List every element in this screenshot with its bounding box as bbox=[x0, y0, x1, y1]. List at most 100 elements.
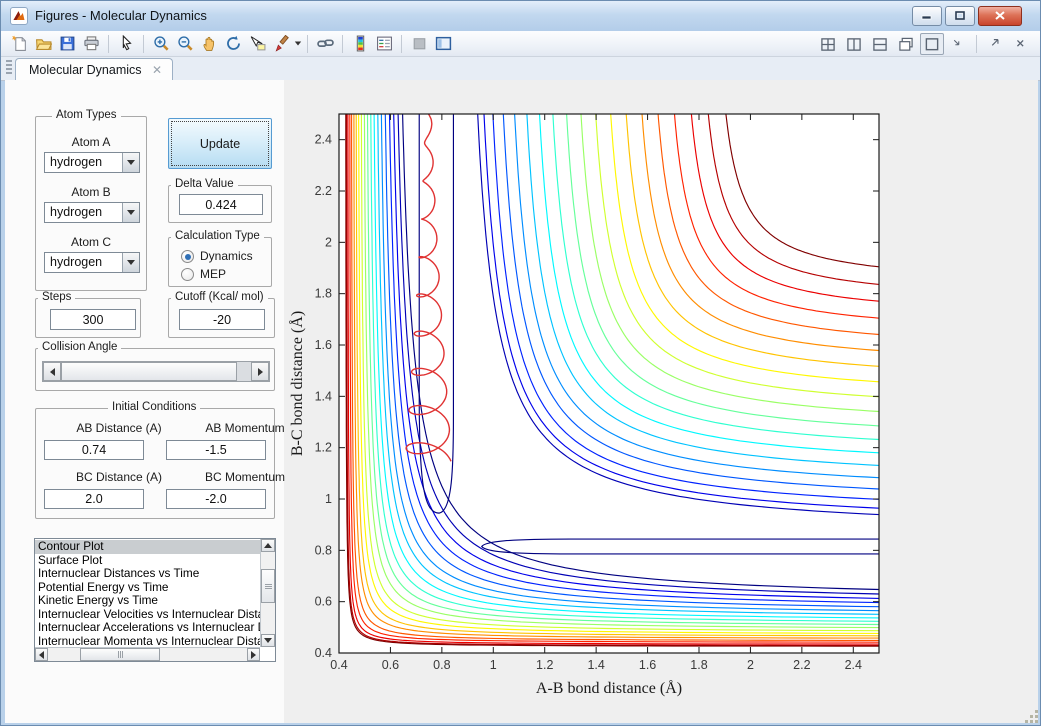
atom-types-label: Atom Types bbox=[52, 109, 121, 121]
single-window-icon[interactable] bbox=[920, 33, 944, 55]
minimize-button[interactable] bbox=[912, 6, 942, 26]
print-figure-icon[interactable] bbox=[80, 33, 102, 54]
rotate-3d-icon[interactable] bbox=[222, 33, 244, 54]
close-group-icon[interactable] bbox=[1009, 33, 1033, 55]
combobox-dropdown-button[interactable] bbox=[122, 153, 139, 172]
restore-button[interactable] bbox=[945, 6, 975, 26]
tab-grip-handle[interactable] bbox=[6, 60, 12, 76]
zoom-out-icon[interactable] bbox=[174, 33, 196, 54]
plottools-off-icon[interactable] bbox=[408, 33, 430, 54]
content-area: 0.4 0.4 0.6 0.6 0.8 0.8 1 1 1.2 1.2 1.4 1.4 1.6 1.6 1.… bbox=[5, 80, 1038, 723]
atom-c-combobox[interactable]: hydrogen bbox=[44, 252, 140, 273]
insert-colorbar-icon[interactable] bbox=[349, 33, 371, 54]
ab-distance-field[interactable] bbox=[44, 440, 144, 460]
list-horizontal-scrollbar[interactable] bbox=[35, 647, 260, 661]
combobox-value: hydrogen bbox=[50, 255, 103, 269]
radio-mep[interactable] bbox=[181, 268, 194, 281]
toolbar-separator bbox=[401, 34, 402, 53]
list-item[interactable]: Internuclear Velocities vs Internuclear … bbox=[35, 608, 260, 622]
pan-icon[interactable] bbox=[198, 33, 220, 54]
toolbar-separator bbox=[342, 34, 343, 53]
list-vertical-scrollbar[interactable] bbox=[260, 539, 275, 647]
grid-layout-icon[interactable] bbox=[816, 33, 840, 55]
insert-legend-icon[interactable] bbox=[373, 33, 395, 54]
save-figure-icon[interactable] bbox=[56, 33, 78, 54]
atom-a-combobox[interactable]: hydrogen bbox=[44, 152, 140, 173]
list-item[interactable]: Kinetic Energy vs Time bbox=[35, 594, 260, 608]
open-file-icon[interactable] bbox=[32, 33, 54, 54]
collision-angle-group: Collision Angle bbox=[35, 341, 275, 391]
plot-type-listbox[interactable]: Contour Plot Surface Plot Internuclear Dis… bbox=[34, 538, 276, 662]
cutoff-field[interactable] bbox=[179, 309, 265, 330]
list-item[interactable]: Potential Energy vs Time bbox=[35, 581, 260, 595]
delta-value-field[interactable] bbox=[179, 194, 263, 215]
title-bar[interactable]: Figures - Molecular Dynamics bbox=[1, 1, 1040, 31]
cutoff-group: Cutoff (Kcal/ mol) bbox=[168, 291, 275, 338]
slider-thumb[interactable] bbox=[61, 362, 237, 381]
steps-field[interactable] bbox=[50, 309, 136, 330]
vscroll-thumb[interactable] bbox=[261, 569, 275, 603]
atom-field-label: Atom A bbox=[71, 135, 111, 149]
y-tick-label: 1.2 bbox=[315, 441, 332, 455]
y-tick-label: 1.6 bbox=[315, 338, 332, 352]
list-item[interactable]: Surface Plot bbox=[35, 554, 260, 568]
undock-icon[interactable] bbox=[983, 33, 1007, 55]
slider-right-arrow[interactable] bbox=[251, 362, 269, 381]
tab-close-icon[interactable]: ✕ bbox=[152, 64, 162, 76]
x-tick-label: 2 bbox=[747, 658, 754, 672]
hscroll-thumb[interactable] bbox=[80, 648, 160, 661]
close-button[interactable] bbox=[978, 6, 1022, 26]
y-tick-label: 1.4 bbox=[315, 389, 332, 403]
collision-angle-slider[interactable] bbox=[42, 361, 270, 382]
ab-momentum-field[interactable] bbox=[166, 440, 266, 460]
atom-b-combobox[interactable]: hydrogen bbox=[44, 202, 140, 223]
data-cursor-icon[interactable] bbox=[246, 33, 268, 54]
y-tick-label: 2.4 bbox=[315, 133, 332, 147]
y-tick-label: 1 bbox=[325, 492, 332, 506]
atom-field-label: Atom B bbox=[71, 185, 111, 199]
focus-ring bbox=[171, 121, 269, 166]
tab-molecular-dynamics[interactable]: Molecular Dynamics ✕ bbox=[15, 58, 173, 80]
float-windows-icon[interactable] bbox=[894, 33, 918, 55]
new-document-icon[interactable] bbox=[8, 33, 30, 54]
combobox-dropdown-button[interactable] bbox=[122, 253, 139, 272]
brush-icon[interactable] bbox=[270, 33, 292, 54]
y-tick-label: 1.8 bbox=[315, 287, 332, 301]
brush-dropdown-icon[interactable] bbox=[293, 33, 302, 54]
combobox-value: hydrogen bbox=[50, 205, 103, 219]
y-tick-label: 2.2 bbox=[315, 184, 332, 198]
contour-plot-axes[interactable]: 0.4 0.4 0.6 0.6 0.8 0.8 1 1 1.2 1.2 1.4 1.4 1.6 1.6 1.… bbox=[284, 80, 1038, 725]
list-item[interactable]: Internuclear Accelerations vs Internucle… bbox=[35, 621, 260, 635]
atom-field-label: Atom C bbox=[70, 235, 111, 249]
split-horizontal-icon[interactable] bbox=[868, 33, 892, 55]
link-plots-icon[interactable] bbox=[314, 33, 336, 54]
calculation-type-label: Calculation Type bbox=[171, 230, 264, 242]
dock-arrow-icon[interactable] bbox=[946, 33, 970, 55]
list-item[interactable]: Internuclear Distances vs Time bbox=[35, 567, 260, 581]
resize-grip[interactable] bbox=[1024, 709, 1038, 723]
zoom-in-icon[interactable] bbox=[150, 33, 172, 54]
radio-label: Dynamics bbox=[200, 249, 253, 263]
toolbar-separator bbox=[976, 35, 977, 53]
list-item[interactable]: Contour Plot bbox=[35, 540, 260, 554]
tab-label: Molecular Dynamics bbox=[29, 63, 142, 77]
combobox-dropdown-button[interactable] bbox=[122, 203, 139, 222]
scroll-up-button[interactable] bbox=[261, 539, 275, 552]
pointer-icon[interactable] bbox=[115, 33, 137, 54]
plottools-on-icon[interactable] bbox=[432, 33, 454, 54]
steps-label: Steps bbox=[38, 291, 76, 303]
scroll-down-button[interactable] bbox=[261, 634, 275, 647]
update-button[interactable]: Update bbox=[168, 118, 272, 169]
x-tick-label: 1 bbox=[490, 658, 497, 672]
radio-dynamics[interactable] bbox=[181, 250, 194, 263]
ic-field-label: BC Momentum bbox=[204, 470, 286, 484]
bc-distance-field[interactable] bbox=[44, 489, 144, 509]
scroll-left-button[interactable] bbox=[35, 648, 48, 661]
calculation-type-group: Calculation Type Dynamics MEP bbox=[168, 230, 272, 287]
x-tick-label: 1.2 bbox=[536, 658, 553, 672]
list-item[interactable]: Internuclear Momenta vs Internuclear Dis… bbox=[35, 635, 260, 649]
slider-left-arrow[interactable] bbox=[43, 362, 61, 381]
split-vertical-icon[interactable] bbox=[842, 33, 866, 55]
scroll-right-button[interactable] bbox=[247, 648, 260, 661]
bc-momentum-field[interactable] bbox=[166, 489, 266, 509]
